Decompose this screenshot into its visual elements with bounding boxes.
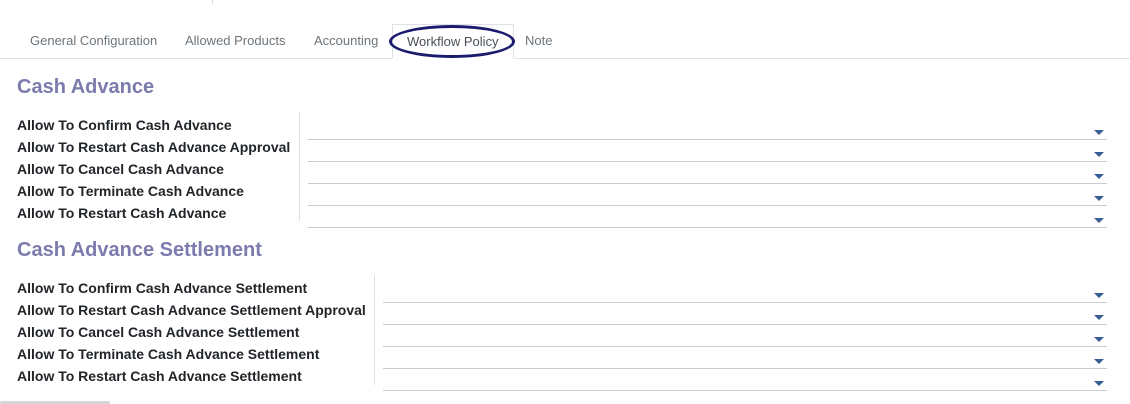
select-confirm-settlement[interactable] (383, 283, 1107, 303)
label-restart-settlement-approval: Allow To Restart Cash Advance Settlement… (17, 302, 366, 318)
chevron-down-icon (1094, 359, 1104, 364)
chevron-down-icon (1094, 293, 1104, 298)
label-restart-cash-advance: Allow To Restart Cash Advance (17, 205, 227, 221)
select-restart-settlement[interactable] (383, 371, 1107, 391)
label-cancel-settlement: Allow To Cancel Cash Advance Settlement (17, 324, 300, 340)
chevron-down-icon (1094, 152, 1104, 157)
section-title-cash-advance-settlement: Cash Advance Settlement (17, 239, 262, 261)
section-title-cash-advance: Cash Advance (17, 76, 155, 98)
select-restart-settlement-approval[interactable] (383, 305, 1107, 325)
select-terminate-cash-advance[interactable] (308, 186, 1107, 206)
select-restart-cash-advance-approval[interactable] (308, 142, 1107, 162)
select-terminate-settlement[interactable] (383, 349, 1107, 369)
select-cancel-cash-advance[interactable] (308, 164, 1107, 184)
chevron-down-icon (1094, 196, 1104, 201)
chevron-down-icon (1094, 174, 1104, 179)
chevron-down-icon (1094, 315, 1104, 320)
tabs-underline (0, 58, 1130, 59)
label-confirm-settlement: Allow To Confirm Cash Advance Settlement (17, 280, 308, 296)
tab-general-configuration[interactable]: General Configuration (16, 24, 171, 58)
cash-advance-label-separator (299, 112, 300, 221)
label-restart-settlement: Allow To Restart Cash Advance Settlement (17, 368, 302, 384)
label-restart-cash-advance-approval: Allow To Restart Cash Advance Approval (17, 139, 291, 155)
label-terminate-cash-advance: Allow To Terminate Cash Advance (17, 183, 244, 199)
select-confirm-cash-advance[interactable] (308, 120, 1107, 140)
chevron-down-icon (1094, 218, 1104, 223)
chevron-down-icon (1094, 381, 1104, 386)
tab-workflow-policy[interactable]: Workflow Policy (392, 24, 514, 59)
select-restart-cash-advance[interactable] (308, 208, 1107, 228)
chevron-down-icon (1094, 130, 1104, 135)
chevron-down-icon (1094, 337, 1104, 342)
select-cancel-settlement[interactable] (383, 327, 1107, 347)
tab-note[interactable]: Note (511, 24, 566, 58)
notebook-tabs: General Configuration Allowed Products A… (0, 0, 1130, 59)
label-cancel-cash-advance: Allow To Cancel Cash Advance (17, 161, 224, 177)
label-confirm-cash-advance: Allow To Confirm Cash Advance (17, 117, 232, 133)
label-terminate-settlement: Allow To Terminate Cash Advance Settleme… (17, 346, 320, 362)
settlement-label-separator (374, 275, 375, 385)
tab-accounting[interactable]: Accounting (300, 24, 392, 58)
tab-allowed-products[interactable]: Allowed Products (171, 24, 299, 58)
